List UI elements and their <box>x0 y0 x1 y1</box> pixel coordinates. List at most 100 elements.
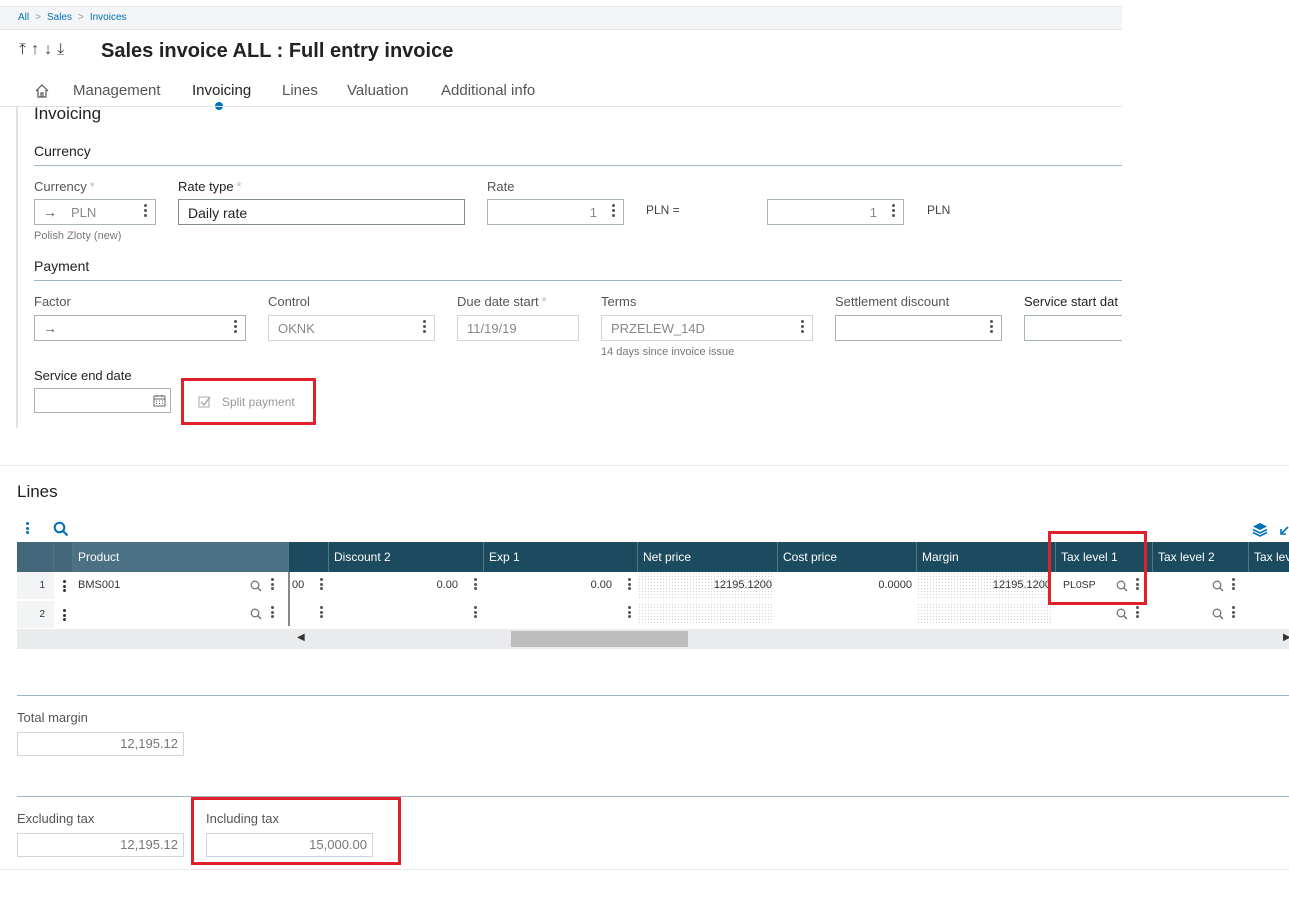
tab-invoicing[interactable]: Invoicing <box>192 82 251 99</box>
home-icon[interactable] <box>34 83 50 99</box>
rate-value: 1 <box>589 205 597 220</box>
scroll-left-icon[interactable]: ◀ <box>297 632 305 643</box>
first-record-icon[interactable]: ⤒ <box>19 41 31 58</box>
more-options-icon[interactable] <box>234 320 237 335</box>
calendar-icon[interactable] <box>153 394 166 407</box>
service-start-label: Service start dat <box>1024 294 1118 309</box>
currency-value: PLN <box>71 205 97 220</box>
col-tax-level-3[interactable]: Tax lev <box>1249 542 1289 572</box>
row-menu-icon[interactable] <box>63 580 66 594</box>
search-icon[interactable] <box>250 580 262 592</box>
tab-valuation[interactable]: Valuation <box>347 82 408 99</box>
breadcrumb-invoices[interactable]: Invoices <box>90 12 127 23</box>
more-options-icon[interactable] <box>1232 606 1235 620</box>
margin-cell[interactable]: 12195.1200 <box>917 572 1053 599</box>
rate-inverse-field[interactable]: 1 <box>767 199 904 225</box>
next-record-icon[interactable]: ↓ <box>44 41 57 58</box>
more-options-icon[interactable] <box>801 320 804 335</box>
net-price-cell[interactable] <box>638 603 774 623</box>
grid-actions-icon[interactable] <box>26 522 29 536</box>
more-options-icon[interactable] <box>628 578 631 592</box>
more-options-icon[interactable] <box>1136 606 1139 620</box>
col-tax-level-2[interactable]: Tax level 2 <box>1153 542 1249 572</box>
terms-field[interactable]: PRZELEW_14D <box>601 315 813 341</box>
search-icon[interactable] <box>1116 608 1128 620</box>
breadcrumb-sales[interactable]: Sales <box>47 12 72 23</box>
scroll-right-icon[interactable]: ▶ <box>1283 632 1289 643</box>
more-options-icon[interactable] <box>320 578 323 592</box>
pln-suffix-label: PLN <box>927 203 951 217</box>
discount-2-cell[interactable]: 0.00 <box>329 572 458 599</box>
row-action-header <box>54 542 73 572</box>
col-product[interactable]: Product <box>73 542 289 572</box>
rate-field[interactable]: 1 <box>487 199 624 225</box>
currency-field[interactable]: → PLN <box>34 199 156 225</box>
terms-value: PRZELEW_14D <box>611 321 705 336</box>
rate-type-label: Rate type * <box>178 179 242 194</box>
tab-management[interactable]: Management <box>73 82 161 99</box>
collapse-icon[interactable] <box>1279 526 1289 536</box>
chevron-right-icon: > <box>35 12 41 23</box>
chevron-right-icon: > <box>77 12 84 23</box>
search-icon[interactable] <box>1212 608 1224 620</box>
cost-price-cell[interactable]: 0.0000 <box>778 572 912 599</box>
divider <box>34 280 1122 281</box>
tab-lines[interactable]: Lines <box>282 82 318 99</box>
factor-field[interactable]: → <box>34 315 246 341</box>
more-options-icon[interactable] <box>144 204 147 219</box>
more-options-icon[interactable] <box>474 578 477 592</box>
factor-label: Factor <box>34 294 71 309</box>
row-number: 2 <box>17 601 54 628</box>
more-options-icon[interactable] <box>1232 578 1235 592</box>
search-icon[interactable] <box>53 521 69 537</box>
exp-1-cell[interactable]: 0.00 <box>484 572 612 599</box>
col-exp-1[interactable]: Exp 1 <box>484 542 638 572</box>
search-icon[interactable] <box>1212 580 1224 592</box>
more-options-icon[interactable] <box>271 606 274 620</box>
col-discount-2[interactable]: Discount 2 <box>329 542 484 572</box>
more-options-icon[interactable] <box>990 320 993 335</box>
search-icon[interactable] <box>250 608 262 620</box>
last-record-icon[interactable]: ⤓ <box>57 41 69 58</box>
settlement-discount-field[interactable] <box>835 315 1002 341</box>
margin-cell[interactable] <box>917 603 1053 623</box>
service-end-field[interactable] <box>34 388 171 413</box>
more-options-icon[interactable] <box>423 320 426 335</box>
layers-icon[interactable] <box>1252 521 1268 537</box>
col-cost-price[interactable]: Cost price <box>778 542 917 572</box>
page-title: Sales invoice ALL : Full entry invoice <box>101 40 454 62</box>
more-options-icon[interactable] <box>628 606 631 620</box>
previous-record-icon[interactable]: ↑ <box>31 41 44 58</box>
partial-cell[interactable]: 00 <box>290 572 312 599</box>
tab-additional-info[interactable]: Additional info <box>441 82 535 99</box>
pln-equals-label: PLN = <box>646 203 680 217</box>
more-options-icon[interactable] <box>474 606 477 620</box>
section-title-invoicing: Invoicing <box>34 104 102 123</box>
due-date-field[interactable]: 11/19/19 <box>457 315 579 341</box>
scrollbar-thumb[interactable] <box>511 631 688 647</box>
col-partial[interactable] <box>289 542 329 572</box>
product-cell[interactable] <box>78 601 228 628</box>
horizontal-scrollbar[interactable]: ◀ ▶ <box>17 629 1289 649</box>
rate-inverse-value: 1 <box>869 205 877 220</box>
col-net-price[interactable]: Net price <box>638 542 778 572</box>
arrow-right-icon[interactable]: → <box>43 320 57 336</box>
more-options-icon[interactable] <box>320 606 323 620</box>
product-cell[interactable]: BMS001 <box>78 572 228 599</box>
divider <box>17 695 1289 696</box>
excluding-tax-label: Excluding tax <box>17 811 95 826</box>
section-currency: Currency <box>34 143 91 159</box>
total-margin-label: Total margin <box>17 710 88 725</box>
arrow-right-icon[interactable]: → <box>43 204 57 220</box>
table-row[interactable]: 2 <box>17 601 1289 628</box>
rate-type-field[interactable]: Daily rate <box>178 199 465 225</box>
more-options-icon[interactable] <box>612 204 615 219</box>
row-menu-icon[interactable] <box>63 609 66 623</box>
col-margin[interactable]: Margin <box>917 542 1056 572</box>
more-options-icon[interactable] <box>892 204 895 219</box>
breadcrumb-all[interactable]: All <box>18 12 29 23</box>
service-start-field[interactable] <box>1024 315 1122 341</box>
control-field[interactable]: OKNK <box>268 315 435 341</box>
net-price-cell[interactable]: 12195.1200 <box>638 572 774 599</box>
more-options-icon[interactable] <box>271 578 274 592</box>
